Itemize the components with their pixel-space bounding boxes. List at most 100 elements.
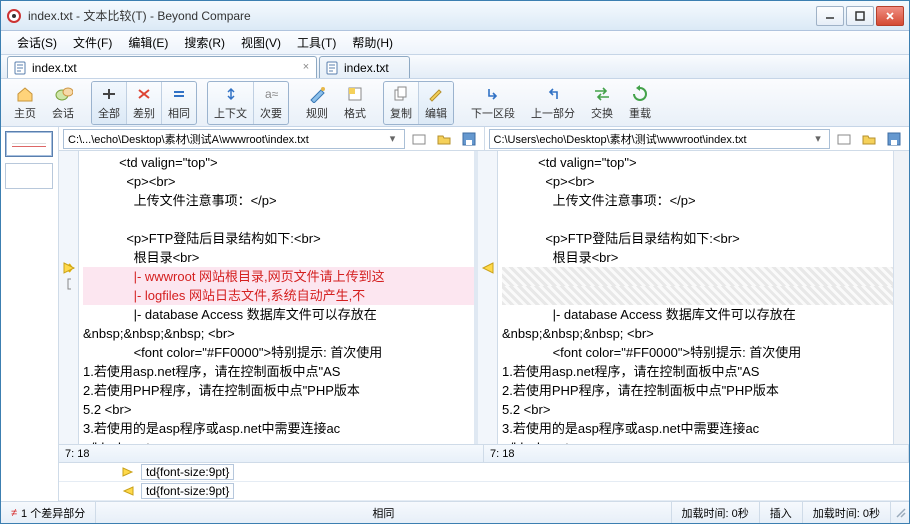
arrow-right-icon <box>62 261 76 275</box>
rules-button[interactable]: 规则 <box>299 81 335 125</box>
menu-tools[interactable]: 工具(T) <box>289 31 344 54</box>
statusbar: ≠1 个差异部分 相同 加载时间: 0秒 插入 加载时间: 0秒 <box>1 501 909 523</box>
code-line[interactable]: <td valign="top"> <box>83 153 474 172</box>
code-line[interactable]: 5.2 <br> <box>83 400 474 419</box>
edit-button[interactable]: 编辑 <box>419 82 453 124</box>
code-line[interactable]: |- database Access 数据库文件可以存放在 <box>83 305 474 324</box>
code-line[interactable]: 根目录<br> <box>83 248 474 267</box>
code-line[interactable]: 2.若使用PHP程序，请在控制面板中点"PHP版本 <box>502 381 893 400</box>
menubar: 会话(S) 文件(F) 编辑(E) 搜索(R) 视图(V) 工具(T) 帮助(H… <box>1 31 909 55</box>
arrow-left-icon <box>481 261 495 275</box>
code-line[interactable]: |- database Access 数据库文件可以存放在 <box>502 305 893 324</box>
home-button[interactable]: 主页 <box>7 81 43 125</box>
code-line[interactable]: 根目录<br> <box>502 248 893 267</box>
thumbnail[interactable] <box>5 131 53 157</box>
doc-icon <box>326 61 340 75</box>
code-line[interactable]: &nbsp;&nbsp;&nbsp; <br> <box>502 324 893 343</box>
left-code-pane[interactable]: <td valign="top"> <p><br> 上传文件注意事项：</p> … <box>79 151 474 444</box>
swap-button[interactable]: 交换 <box>584 81 620 125</box>
minor-button[interactable]: a≈次要 <box>254 82 288 124</box>
code-line[interactable]: <font color="#FF0000">特别提示: 首次使用 <box>502 343 893 362</box>
save-icon[interactable] <box>883 129 905 149</box>
open-file-icon[interactable] <box>408 129 430 149</box>
code-line[interactable]: 上传文件注意事项：</p> <box>83 191 474 210</box>
code-line[interactable] <box>502 286 893 305</box>
code-line[interactable] <box>502 210 893 229</box>
detail-line-top: td{font-size:9pt} <box>59 463 909 482</box>
maximize-button[interactable] <box>846 6 874 26</box>
code-line[interactable]: <p>FTP登陆后目录结构如下:<br> <box>83 229 474 248</box>
diff-button[interactable]: 差别 <box>127 82 162 124</box>
status-loadtime-left: 加载时间: 0秒 <box>672 502 760 523</box>
chevron-down-icon[interactable]: ▾ <box>386 132 400 145</box>
code-line[interactable]: <p>FTP登陆后目录结构如下:<br> <box>502 229 893 248</box>
bracket-icon <box>62 277 76 291</box>
open-file-icon[interactable] <box>833 129 855 149</box>
menu-session[interactable]: 会话(S) <box>9 31 65 54</box>
menu-file[interactable]: 文件(F) <box>65 31 120 54</box>
titlebar: index.txt - 文本比较(T) - Beyond Compare <box>1 1 909 31</box>
menu-view[interactable]: 视图(V) <box>233 31 289 54</box>
code-line[interactable] <box>83 210 474 229</box>
save-icon[interactable] <box>458 129 480 149</box>
code-line[interactable]: <p><br> <box>502 172 893 191</box>
code-line[interactable]: 5.2 <br> <box>502 400 893 419</box>
nextsection-button[interactable]: 下一区段 <box>464 81 522 125</box>
left-gutter <box>59 151 79 444</box>
vertical-scrollbar[interactable] <box>893 151 909 444</box>
right-code-pane[interactable]: <td valign="top"> <p><br> 上传文件注意事项：</p> … <box>498 151 893 444</box>
reload-button[interactable]: 重载 <box>622 81 658 125</box>
code-line[interactable]: </blockquote> <box>502 438 893 444</box>
tab-label: index.txt <box>32 61 77 75</box>
status-insert: 插入 <box>760 502 803 523</box>
browse-folder-icon[interactable] <box>433 129 455 149</box>
code-line[interactable]: 上传文件注意事项：</p> <box>502 191 893 210</box>
left-path-input[interactable]: C:\...\echo\Desktop\素材\测试A\wwwroot\index… <box>63 129 405 149</box>
browse-folder-icon[interactable] <box>858 129 880 149</box>
arrow-left-icon <box>119 486 137 496</box>
code-line[interactable] <box>502 267 893 286</box>
code-line[interactable]: 1.若使用asp.net程序，请在控制面板中点"AS <box>502 362 893 381</box>
minimize-button[interactable] <box>816 6 844 26</box>
code-line[interactable]: </blockquote> <box>83 438 474 444</box>
right-path-input[interactable]: C:\Users\echo\Desktop\素材\测试\wwwroot\inde… <box>489 129 831 149</box>
same-button[interactable]: 相同 <box>162 82 196 124</box>
tab-label: index.txt <box>344 61 389 75</box>
menu-search[interactable]: 搜索(R) <box>176 31 233 54</box>
status-same: 相同 <box>96 502 671 523</box>
thumbnail-column <box>1 127 59 501</box>
tab-left-file[interactable]: index.txt × <box>7 56 317 78</box>
format-button[interactable]: 格式 <box>337 81 373 125</box>
app-icon <box>6 8 22 24</box>
edit-group: 复制 编辑 <box>383 81 454 125</box>
close-button[interactable] <box>876 6 904 26</box>
code-line[interactable]: 2.若使用PHP程序，请在控制面板中点"PHP版本 <box>83 381 474 400</box>
resize-grip[interactable] <box>891 505 909 521</box>
menu-help[interactable]: 帮助(H) <box>344 31 401 54</box>
code-line[interactable]: |- wwwroot 网站根目录,网页文件请上传到这 <box>83 267 474 286</box>
chevron-down-icon[interactable]: ▾ <box>811 132 825 145</box>
status-loadtime-right: 加载时间: 0秒 <box>803 502 891 523</box>
code-line[interactable]: 1.若使用asp.net程序，请在控制面板中点"AS <box>83 362 474 381</box>
prevpart-button[interactable]: 上一部分 <box>524 81 582 125</box>
all-button[interactable]: 全部 <box>92 82 127 124</box>
code-line[interactable]: <font color="#FF0000">特别提示: 首次使用 <box>83 343 474 362</box>
arrow-right-icon <box>119 467 137 477</box>
close-icon[interactable]: × <box>300 61 312 73</box>
code-line[interactable]: 3.若使用的是asp程序或asp.net中需要连接ac <box>502 419 893 438</box>
status-diff: ≠1 个差异部分 <box>1 502 96 523</box>
code-line[interactable]: |- logfiles 网站日志文件,系统自动产生,不 <box>83 286 474 305</box>
code-line[interactable]: 3.若使用的是asp程序或asp.net中需要连接ac <box>83 419 474 438</box>
code-line[interactable]: <p><br> <box>83 172 474 191</box>
menu-edit[interactable]: 编辑(E) <box>120 31 176 54</box>
session-button[interactable]: 会话 <box>45 81 81 125</box>
svg-text:a≈: a≈ <box>265 87 279 101</box>
context-button[interactable]: 上下文 <box>208 82 254 124</box>
code-line[interactable]: <td valign="top"> <box>502 153 893 172</box>
left-cursor-pos: 7: 18 <box>59 445 484 462</box>
code-line[interactable]: &nbsp;&nbsp;&nbsp; <br> <box>83 324 474 343</box>
copy-button[interactable]: 复制 <box>384 82 419 124</box>
thumbnail[interactable] <box>5 163 53 189</box>
window-title: index.txt - 文本比较(T) - Beyond Compare <box>28 7 814 24</box>
tab-right-file[interactable]: index.txt <box>319 56 410 78</box>
